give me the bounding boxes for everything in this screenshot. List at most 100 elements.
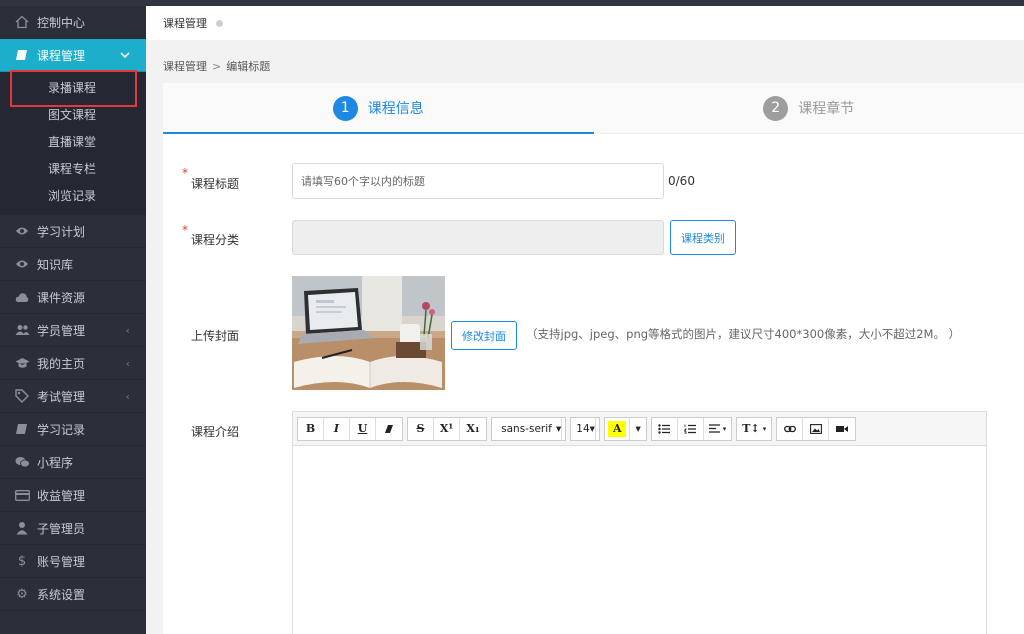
sidebar-item-my-homepage[interactable]: 我的主页 ‹ bbox=[0, 347, 146, 380]
sidebar-item-label: 子管理员 bbox=[37, 521, 86, 536]
sidebar-item-system-settings[interactable]: ⚙ 系统设置 bbox=[0, 578, 146, 611]
sidebar-item-knowledge-base[interactable]: 知识库 bbox=[0, 248, 146, 281]
tab-status-dot-icon bbox=[216, 19, 223, 27]
sidebar-item-label: 收益管理 bbox=[37, 488, 86, 503]
sidebar-item-course-management[interactable]: 课程管理 bbox=[0, 39, 146, 72]
line-height-dropdown[interactable]: T↕ ▾ bbox=[736, 416, 773, 441]
font-size-dropdown[interactable]: 14 ▾ bbox=[570, 416, 600, 441]
eraser-icon[interactable] bbox=[376, 418, 402, 440]
submenu-item-recorded-course[interactable]: 录播课程 bbox=[0, 70, 146, 107]
gear-icon: ⚙ bbox=[16, 586, 28, 602]
caret-down-icon: ▾ bbox=[556, 422, 562, 435]
tab-course-management[interactable]: 课程管理 bbox=[163, 15, 207, 31]
subscript-button[interactable]: X₁ bbox=[460, 418, 486, 440]
wechat-icon bbox=[14, 454, 30, 470]
bold-button[interactable]: B bbox=[298, 417, 324, 440]
submenu-item-browse-history[interactable]: 浏览记录 bbox=[0, 182, 146, 209]
tab-bar: 课程管理 bbox=[146, 6, 1024, 40]
step-label: 课程章节 bbox=[798, 101, 855, 117]
step-number-badge: 2 bbox=[763, 95, 789, 121]
cover-format-hint: （支持jpg、jpeg、png等格式的图片，建议尺寸400*300像素，大小不超… bbox=[526, 327, 961, 341]
submenu-item-course-column[interactable]: 课程专栏 bbox=[0, 155, 146, 182]
font-family-dropdown[interactable]: sans-serif ▾ bbox=[491, 416, 567, 441]
ordered-list-icon[interactable] bbox=[678, 417, 704, 440]
font-family-value: sans-serif bbox=[492, 417, 562, 440]
text-color-icon[interactable]: A bbox=[607, 420, 627, 437]
italic-button[interactable]: I bbox=[324, 417, 350, 440]
sidebar-item-label: 学员管理 bbox=[37, 323, 86, 338]
course-edit-panel: 1 课程信息 2 课程章节 * 课程标题 0/60 * 课程分类 课程类别 上传… bbox=[163, 83, 1024, 634]
course-title-input[interactable] bbox=[292, 163, 664, 199]
caret-down-icon[interactable]: ▾ bbox=[629, 417, 645, 440]
book-icon bbox=[14, 421, 30, 437]
step-course-info[interactable]: 1 课程信息 bbox=[163, 83, 594, 134]
sidebar-item-exam-management[interactable]: 考试管理 ‹ bbox=[0, 380, 146, 413]
course-intro-label: 课程介绍 bbox=[191, 425, 240, 439]
caret-down-icon: ▾ bbox=[762, 424, 767, 433]
text-color-picker[interactable]: A ▾ bbox=[603, 416, 647, 441]
toolbar-group-format: B I U bbox=[297, 416, 403, 441]
toolbar-group-script: S X¹ X₁ bbox=[407, 416, 487, 441]
rich-text-editor: B I U S X¹ X₁ sans-serif ▾ 14 ▾ A ▾ ▾ T↕… bbox=[292, 411, 987, 634]
toolbar-group-insert bbox=[776, 416, 857, 441]
sidebar-item-student-management[interactable]: 学员管理 ‹ bbox=[0, 314, 146, 347]
course-category-button[interactable]: 课程类别 bbox=[670, 220, 736, 255]
sidebar-item-study-records[interactable]: 学习记录 bbox=[0, 413, 146, 446]
video-icon[interactable] bbox=[829, 418, 855, 440]
chevron-left-icon: ‹ bbox=[125, 324, 130, 337]
step-label: 课程信息 bbox=[367, 101, 424, 117]
eye-icon bbox=[14, 256, 30, 272]
unordered-list-icon[interactable] bbox=[652, 417, 678, 440]
required-mark: * bbox=[182, 166, 188, 180]
breadcrumb-current: 编辑标题 bbox=[226, 60, 271, 73]
sidebar-item-label: 我的主页 bbox=[37, 356, 86, 371]
editor-toolbar: B I U S X¹ X₁ sans-serif ▾ 14 ▾ A ▾ ▾ T↕… bbox=[293, 412, 986, 446]
sidebar-item-mini-program[interactable]: 小程序 bbox=[0, 446, 146, 479]
superscript-button[interactable]: X¹ bbox=[434, 417, 460, 440]
link-icon[interactable] bbox=[777, 417, 804, 440]
sidebar-item-label: 学习计划 bbox=[37, 224, 86, 239]
sidebar-item-account-management[interactable]: $ 账号管理 bbox=[0, 545, 146, 578]
image-icon[interactable] bbox=[803, 417, 830, 440]
sidebar-item-label: 课件资源 bbox=[37, 290, 86, 305]
sidebar-item-dashboard[interactable]: 控制中心 bbox=[0, 6, 146, 39]
home-icon bbox=[14, 14, 30, 30]
course-submenu: 录播课程 图文课程 直播课堂 课程专栏 浏览记录 bbox=[0, 70, 146, 215]
graduation-cap-icon bbox=[14, 355, 30, 371]
underline-button[interactable]: U bbox=[350, 417, 376, 440]
caret-down-icon: ▾ bbox=[589, 422, 595, 435]
align-icon[interactable]: ▾ bbox=[704, 418, 732, 440]
sidebar-item-label: 学习记录 bbox=[37, 422, 86, 437]
sidebar-item-courseware[interactable]: 课件资源 bbox=[0, 281, 146, 314]
course-category-label: 课程分类 bbox=[191, 233, 240, 247]
breadcrumb-parent[interactable]: 课程管理 bbox=[163, 58, 207, 74]
cover-image bbox=[292, 276, 445, 390]
line-height-label: T↕ bbox=[742, 422, 760, 435]
step-number-badge: 1 bbox=[332, 95, 358, 121]
sidebar-item-revenue-management[interactable]: 收益管理 bbox=[0, 479, 146, 512]
caret-down-icon: ▾ bbox=[722, 424, 727, 433]
credit-card-icon bbox=[14, 487, 30, 503]
editor-content-area[interactable] bbox=[293, 446, 986, 634]
breadcrumb-separator: > bbox=[212, 59, 222, 73]
course-category-field[interactable] bbox=[292, 220, 664, 255]
tag-icon bbox=[14, 388, 30, 404]
sidebar-item-label: 账号管理 bbox=[37, 554, 86, 569]
required-mark: * bbox=[182, 223, 188, 237]
strikethrough-button[interactable]: S bbox=[408, 417, 434, 440]
user-icon bbox=[14, 520, 30, 536]
users-icon bbox=[14, 322, 30, 338]
line-height-icon: T↕ ▾ bbox=[737, 418, 771, 440]
steps-bar: 1 课程信息 2 课程章节 bbox=[163, 83, 1024, 134]
submenu-item-live-class[interactable]: 直播课堂 bbox=[0, 128, 146, 155]
sidebar-item-sub-admin[interactable]: 子管理员 bbox=[0, 512, 146, 545]
sidebar-item-study-plan[interactable]: 学习计划 bbox=[0, 215, 146, 248]
change-cover-button[interactable]: 修改封面 bbox=[451, 321, 517, 350]
step-course-chapters[interactable]: 2 课程章节 bbox=[594, 83, 1024, 133]
cloud-icon bbox=[14, 289, 30, 305]
sidebar-item-label: 知识库 bbox=[37, 257, 74, 272]
main-content: 课程管理 课程管理 > 编辑标题 1 课程信息 2 课程章节 * 课程标题 请填… bbox=[146, 6, 1024, 634]
sidebar-item-label: 考试管理 bbox=[37, 389, 86, 404]
app-window: 控制中心 课程管理 录播课程 图文课程 直播课堂 课程专栏 浏览记录 学习计划 … bbox=[0, 0, 1024, 634]
sidebar: 控制中心 课程管理 录播课程 图文课程 直播课堂 课程专栏 浏览记录 学习计划 … bbox=[0, 6, 146, 634]
